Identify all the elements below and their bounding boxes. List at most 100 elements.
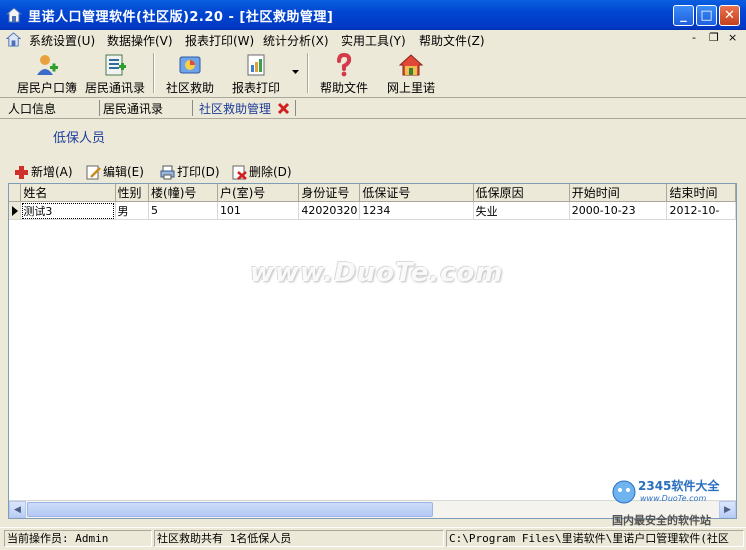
column-header-room[interactable]: 户(室)号 xyxy=(217,184,300,202)
menu-report-print[interactable]: 报表打印(W) xyxy=(185,32,254,49)
tab-bar: 人口信息 居民通讯录 社区救助管理 xyxy=(0,98,746,119)
scroll-thumb[interactable] xyxy=(27,502,433,517)
delete-button[interactable]: 删除(D) xyxy=(232,163,292,180)
cell-id-number[interactable]: 42020320 xyxy=(298,201,361,220)
grid-header-row: 姓名 性别 楼(幢)号 户(室)号 身份证号 低保证号 低保原因 开始时间 结束… xyxy=(9,184,736,202)
online-lino-button[interactable]: 网上里诺 xyxy=(383,51,439,95)
minimize-button[interactable]: _ xyxy=(673,5,694,26)
menu-data-operations[interactable]: 数据操作(V) xyxy=(107,32,173,49)
scroll-left-icon: ◀ xyxy=(14,504,21,515)
cell-room[interactable]: 101 xyxy=(217,201,300,220)
add-button[interactable]: 新增(A) xyxy=(14,163,73,180)
resident-contacts-label: 居民通讯录 xyxy=(84,81,145,95)
tab-community-aid[interactable]: 社区救助管理 xyxy=(199,100,271,118)
brand-name: 2345软件大全 xyxy=(638,479,720,493)
community-aid-label: 社区救助 xyxy=(165,81,214,95)
column-header-start-date[interactable]: 开始时间 xyxy=(569,184,668,202)
mdi-house-icon[interactable] xyxy=(6,32,21,47)
print-label: 打印(D) xyxy=(177,165,220,179)
window-title: 里诺人口管理软件(社区版)2.20 - [社区救助管理] xyxy=(28,10,334,25)
row-header-corner xyxy=(9,184,22,202)
maximize-button[interactable]: □ xyxy=(696,5,717,26)
brand-tagline: 国内最安全的软件站 xyxy=(612,514,711,527)
menu-utilities[interactable]: 实用工具(Y) xyxy=(341,32,406,49)
toolbar-separator xyxy=(153,53,155,93)
resident-register-button[interactable]: 居民户口簿 xyxy=(14,51,80,95)
edit-icon xyxy=(86,165,101,180)
home-icon xyxy=(399,54,423,76)
resident-register-label: 居民户口簿 xyxy=(16,81,77,95)
status-bar: 当前操作员: Admin 社区救助共有 1名低保人员 C:\Program Fi… xyxy=(0,527,746,550)
resident-contacts-button[interactable]: 居民通讯录 xyxy=(82,51,148,95)
panel-title: 低保人员 xyxy=(53,131,106,146)
add-icon xyxy=(15,166,28,179)
edit-button[interactable]: 编辑(E) xyxy=(86,163,144,180)
column-header-id-number[interactable]: 身份证号 xyxy=(298,184,361,202)
print-icon xyxy=(160,165,175,180)
panel-header: 低保人员 xyxy=(0,119,746,153)
menu-bar: 系统设置(U) 数据操作(V) 报表打印(W) 统计分析(X) 实用工具(Y) … xyxy=(0,30,746,49)
mdi-minimize-button[interactable]: - xyxy=(692,31,696,44)
cell-name[interactable]: 测试3 xyxy=(20,201,116,220)
online-lino-label: 网上里诺 xyxy=(386,81,435,95)
toolbar: 居民户口簿 居民通讯录 社区救助 报表打印 帮助文件 网上里诺 xyxy=(0,49,746,98)
cell-subsidy-number[interactable]: 1234 xyxy=(359,201,474,220)
edit-label: 编辑(E) xyxy=(103,165,144,179)
close-tab-icon[interactable] xyxy=(277,102,290,115)
current-row-icon xyxy=(12,205,18,216)
cell-subsidy-reason[interactable]: 失业 xyxy=(473,201,570,220)
status-operator: 当前操作员: Admin xyxy=(4,530,152,547)
watermark: www.DuoTe.com xyxy=(250,258,504,288)
add-label: 新增(A) xyxy=(31,165,73,179)
close-icon: ✕ xyxy=(724,8,735,23)
mdi-restore-button[interactable]: ❐ xyxy=(709,31,719,44)
column-header-end-date[interactable]: 结束时间 xyxy=(666,184,736,202)
minimize-icon: _ xyxy=(680,8,687,23)
table-row[interactable]: 测试3 男 5 101 42020320 1234 失业 2000-10-23 … xyxy=(9,201,736,220)
help-file-button[interactable]: 帮助文件 xyxy=(316,51,372,95)
help-icon xyxy=(337,53,352,77)
menu-help[interactable]: 帮助文件(Z) xyxy=(419,32,485,49)
user-add-icon xyxy=(37,55,58,75)
report-print-button[interactable]: 报表打印 xyxy=(228,51,284,95)
app-house-icon xyxy=(6,7,22,23)
tab-divider xyxy=(99,100,100,116)
cell-gender[interactable]: 男 xyxy=(115,201,150,220)
scroll-left-button[interactable]: ◀ xyxy=(9,501,26,518)
chevron-down-icon[interactable] xyxy=(292,70,299,75)
tab-population-info[interactable]: 人口信息 xyxy=(8,100,56,118)
delete-icon xyxy=(232,165,247,180)
cell-building[interactable]: 5 xyxy=(148,201,218,220)
column-header-name[interactable]: 姓名 xyxy=(20,184,116,202)
mdi-close-button[interactable]: × xyxy=(728,31,737,44)
toolbar-separator xyxy=(307,53,309,93)
report-print-label: 报表打印 xyxy=(231,81,280,95)
column-header-subsidy-number[interactable]: 低保证号 xyxy=(359,184,474,202)
cell-end-date[interactable]: 2012-10- xyxy=(666,201,736,220)
menu-system-settings[interactable]: 系统设置(U) xyxy=(29,32,95,49)
print-button[interactable]: 打印(D) xyxy=(160,163,220,180)
row-selector[interactable] xyxy=(9,201,22,220)
column-header-subsidy-reason[interactable]: 低保原因 xyxy=(473,184,570,202)
column-header-building[interactable]: 楼(幢)号 xyxy=(148,184,218,202)
grid-table: 姓名 性别 楼(幢)号 户(室)号 身份证号 低保证号 低保原因 开始时间 结束… xyxy=(9,184,736,220)
close-button[interactable]: ✕ xyxy=(719,5,740,26)
column-header-gender[interactable]: 性别 xyxy=(115,184,150,202)
data-grid[interactable]: 姓名 性别 楼(幢)号 户(室)号 身份证号 低保证号 低保原因 开始时间 结束… xyxy=(8,183,737,519)
contacts-icon xyxy=(105,54,126,76)
delete-label: 删除(D) xyxy=(249,165,292,179)
mascot-icon xyxy=(612,480,636,504)
brand-logo: 2345软件大全 www.DuoTe.com 国内最安全的软件站 xyxy=(610,475,746,527)
tab-resident-contacts[interactable]: 居民通讯录 xyxy=(103,100,163,118)
status-path: C:\Program Files\里诺软件\里诺户口管理软件(社区 xyxy=(446,530,744,547)
status-summary: 社区救助共有 1名低保人员 xyxy=(154,530,444,547)
tab-divider xyxy=(295,100,296,116)
maximize-icon: □ xyxy=(700,8,713,23)
cell-start-date[interactable]: 2000-10-23 xyxy=(569,201,668,220)
title-bar: 里诺人口管理软件(社区版)2.20 - [社区救助管理] _ □ ✕ xyxy=(0,0,746,30)
community-aid-button[interactable]: 社区救助 xyxy=(162,51,218,95)
aid-icon xyxy=(179,56,201,74)
menu-statistics[interactable]: 统计分析(X) xyxy=(263,32,329,49)
brand-url: www.DuoTe.com xyxy=(640,494,707,503)
report-icon xyxy=(247,54,265,76)
